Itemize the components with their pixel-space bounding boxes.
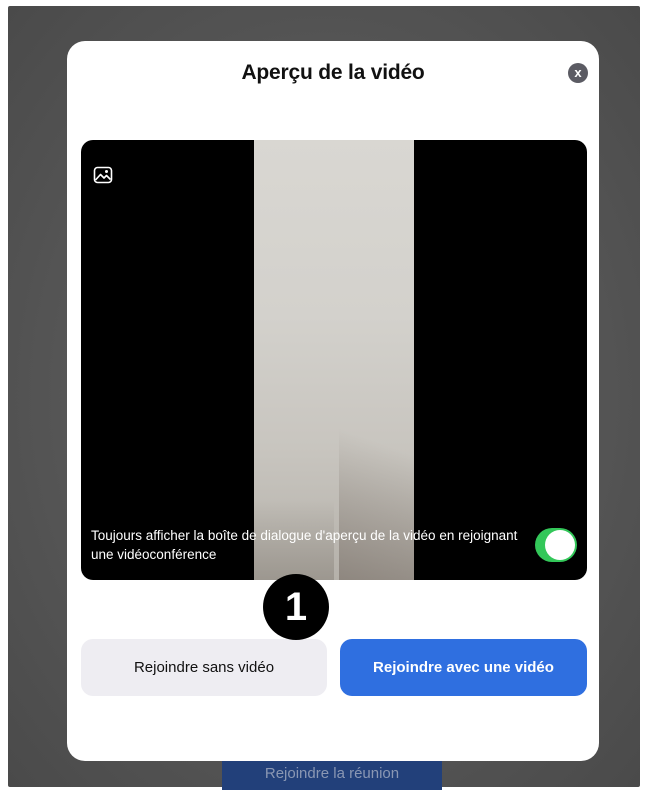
step-number-badge: 1 [263, 574, 329, 640]
image-icon[interactable] [93, 165, 113, 185]
image-icon-graphic [93, 166, 113, 184]
close-button[interactable]: x [568, 63, 588, 83]
dialog-title: Aperçu de la vidéo [241, 61, 425, 84]
join-meeting-button: Rejoindre la réunion [222, 756, 442, 790]
video-preview-dialog: Aperçu de la vidéo x Toujours afficher l… [67, 41, 599, 761]
video-preview: Toujours afficher la boîte de dialogue d… [81, 140, 587, 580]
always-show-preview-toggle[interactable] [535, 528, 577, 562]
join-without-video-button[interactable]: Rejoindre sans vidéo [81, 639, 327, 696]
toggle-knob [545, 530, 575, 560]
always-show-preview-label: Toujours afficher la boîte de dialogue d… [91, 528, 518, 562]
join-with-video-button[interactable]: Rejoindre avec une vidéo [340, 639, 587, 696]
camera-feed [254, 140, 414, 580]
